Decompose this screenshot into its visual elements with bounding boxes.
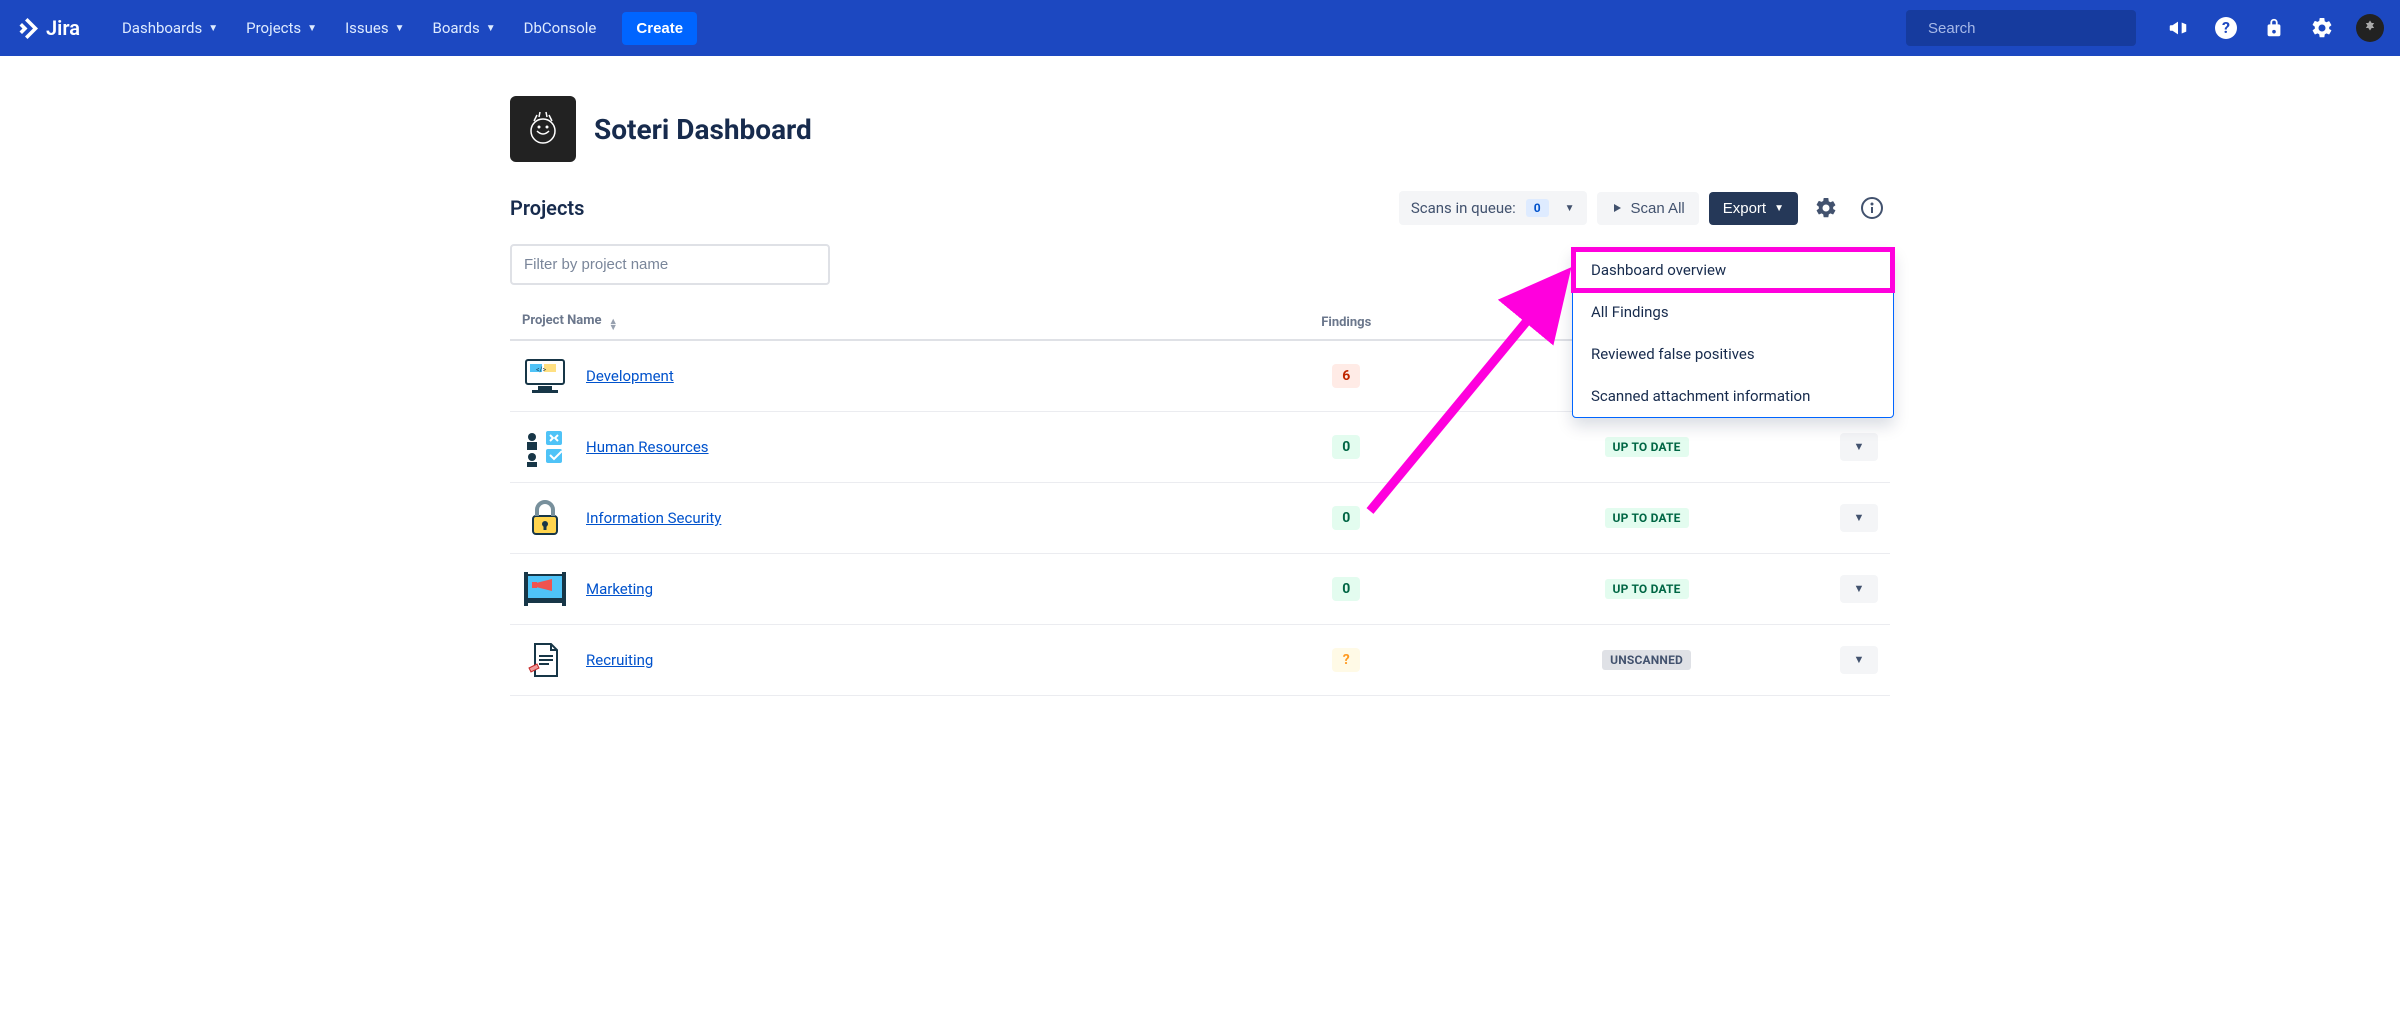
svg-text:</>: </> xyxy=(536,366,546,374)
sort-icon: ▲▼ xyxy=(609,319,618,331)
status-badge: UP TO DATE xyxy=(1605,579,1689,599)
create-button[interactable]: Create xyxy=(622,12,697,45)
findings-badge: 0 xyxy=(1332,435,1360,459)
nav-label: Dashboards xyxy=(122,19,202,37)
export-label: Export xyxy=(1723,200,1766,217)
jira-logo[interactable]: Jira xyxy=(16,16,80,40)
info-icon xyxy=(1860,196,1884,220)
search-input[interactable] xyxy=(1928,20,2127,37)
user-avatar[interactable] xyxy=(2356,14,2384,42)
project-link[interactable]: Development xyxy=(586,367,674,385)
findings-badge: 0 xyxy=(1332,506,1360,530)
gear-icon xyxy=(1814,196,1838,220)
page-header: Soteri Dashboard xyxy=(510,96,1890,162)
page-title: Soteri Dashboard xyxy=(594,113,812,146)
nav-label: Issues xyxy=(345,19,389,37)
nav-label: Projects xyxy=(246,19,301,37)
nav-issues[interactable]: Issues ▼ xyxy=(331,11,418,45)
chevron-down-icon: ▼ xyxy=(307,23,317,34)
scan-all-label: Scan All xyxy=(1631,200,1685,217)
play-icon xyxy=(1611,202,1623,214)
project-avatar-icon xyxy=(522,637,568,683)
project-link[interactable]: Human Resources xyxy=(586,438,709,456)
table-row: Human Resources 0 UP TO DATE ▼ xyxy=(510,412,1890,483)
status-badge: UP TO DATE xyxy=(1605,508,1689,528)
findings-badge: 6 xyxy=(1332,364,1360,388)
top-right-icons: ? xyxy=(2164,14,2384,42)
project-avatar-icon: </> xyxy=(522,353,568,399)
nav-boards[interactable]: Boards ▼ xyxy=(419,11,510,45)
filter-input[interactable] xyxy=(510,244,830,285)
section-header: Projects Scans in queue: 0 ▼ Scan All Ex… xyxy=(510,190,1890,226)
export-scanned-attachment-info[interactable]: Scanned attachment information xyxy=(1573,375,1893,417)
col-findings[interactable]: Findings xyxy=(1227,305,1465,340)
project-link[interactable]: Marketing xyxy=(586,580,653,598)
col-label: Project Name xyxy=(522,313,602,328)
nav-label: Boards xyxy=(433,19,480,37)
chevron-down-icon: ▼ xyxy=(486,23,496,34)
lock-icon[interactable] xyxy=(2260,14,2288,42)
project-avatar-icon xyxy=(522,424,568,470)
project-avatar-icon xyxy=(522,495,568,541)
col-label: Findings xyxy=(1321,315,1371,330)
chevron-down-icon: ▼ xyxy=(1774,203,1784,214)
megaphone-icon[interactable] xyxy=(2164,14,2192,42)
table-row: Marketing 0 UP TO DATE ▼ xyxy=(510,554,1890,625)
findings-badge: 0 xyxy=(1332,577,1360,601)
section-title: Projects xyxy=(510,196,584,220)
table-row: Recruiting? UNSCANNED ▼ xyxy=(510,625,1890,696)
nav-dbconsole[interactable]: DbConsole xyxy=(510,11,611,45)
status-badge: UP TO DATE xyxy=(1605,437,1689,457)
help-icon[interactable]: ? xyxy=(2212,14,2240,42)
export-menu: Dashboard overview All Findings Reviewed… xyxy=(1572,248,1894,418)
chevron-down-icon: ▼ xyxy=(1565,203,1575,214)
chevron-down-icon: ▼ xyxy=(395,23,405,34)
soteri-badge xyxy=(510,96,576,162)
nav-projects[interactable]: Projects ▼ xyxy=(232,11,331,45)
export-button[interactable]: Export ▼ xyxy=(1709,192,1798,225)
export-dashboard-overview[interactable]: Dashboard overview xyxy=(1573,249,1893,291)
nav-label: DbConsole xyxy=(524,19,597,37)
chevron-down-icon: ▼ xyxy=(208,23,218,34)
col-project-name[interactable]: Project Name ▲▼ xyxy=(510,305,1227,340)
row-menu-button[interactable]: ▼ xyxy=(1840,433,1878,461)
toolbar-actions: Scans in queue: 0 ▼ Scan All Export ▼ xyxy=(1399,190,1890,226)
brand-label: Jira xyxy=(46,16,80,40)
top-nav: Jira Dashboards ▼ Projects ▼ Issues ▼ Bo… xyxy=(0,0,2400,56)
row-menu-button[interactable]: ▼ xyxy=(1840,575,1878,603)
row-menu-button[interactable]: ▼ xyxy=(1840,646,1878,674)
gear-icon[interactable] xyxy=(2308,14,2336,42)
nav-items: Dashboards ▼ Projects ▼ Issues ▼ Boards … xyxy=(108,11,697,45)
info-button[interactable] xyxy=(1854,190,1890,226)
project-avatar-icon xyxy=(522,566,568,612)
findings-badge: ? xyxy=(1332,648,1360,672)
export-all-findings[interactable]: All Findings xyxy=(1573,291,1893,333)
scan-all-button[interactable]: Scan All xyxy=(1597,192,1699,225)
project-link[interactable]: Information Security xyxy=(586,509,721,527)
settings-button[interactable] xyxy=(1808,190,1844,226)
svg-text:?: ? xyxy=(2222,18,2230,37)
search-box[interactable] xyxy=(1906,10,2136,46)
scans-in-queue-label: Scans in queue: xyxy=(1411,199,1516,217)
row-menu-button[interactable]: ▼ xyxy=(1840,504,1878,532)
table-row: Information Security 0 UP TO DATE ▼ xyxy=(510,483,1890,554)
scans-count-badge: 0 xyxy=(1526,199,1549,217)
scans-in-queue[interactable]: Scans in queue: 0 ▼ xyxy=(1399,191,1587,225)
status-badge: UNSCANNED xyxy=(1602,650,1691,670)
nav-dashboards[interactable]: Dashboards ▼ xyxy=(108,11,232,45)
export-reviewed-false-positives[interactable]: Reviewed false positives xyxy=(1573,333,1893,375)
jira-icon xyxy=(16,16,40,40)
page-container: Soteri Dashboard Projects Scans in queue… xyxy=(500,56,1900,696)
project-link[interactable]: Recruiting xyxy=(586,651,653,669)
